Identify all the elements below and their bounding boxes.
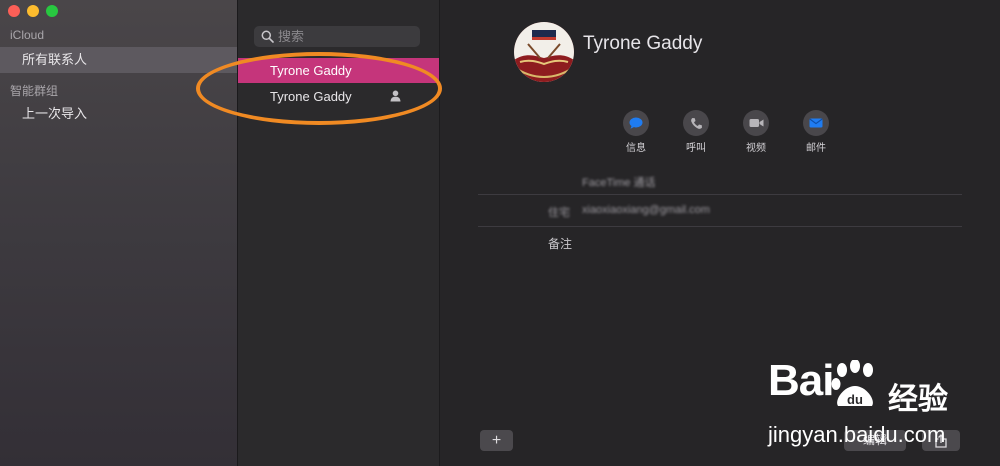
message-button[interactable] [623,110,649,136]
mail-label: 邮件 [806,143,826,154]
mail-icon [809,118,823,128]
message-label: 信息 [626,143,646,154]
message-action[interactable]: 信息 [616,110,656,154]
call-button[interactable] [683,110,709,136]
contact-row[interactable]: Tyrone Gaddy [238,58,439,83]
edit-button[interactable]: 编辑 [844,430,906,451]
contact-detail: Tyrone Gaddy 信息 呼叫 视频 邮件 FaceTime 通话 住宅 … [440,0,1000,466]
person-icon [390,90,401,102]
share-icon [935,433,947,448]
sidebar-item-all-contacts[interactable]: 所有联系人 [0,47,237,73]
avatar [514,22,574,82]
email-value[interactable]: xiaoxiaoxiang@gmail.com [582,204,710,216]
zoom-button[interactable] [46,5,58,17]
search-field[interactable] [254,26,420,47]
contact-name-heading: Tyrone Gaddy [583,33,703,54]
contact-row[interactable]: Tyrone Gaddy [238,84,439,109]
close-button[interactable] [8,5,20,17]
call-action[interactable]: 呼叫 [676,110,716,154]
sidebar-item-last-import[interactable]: 上一次导入 [0,101,237,127]
avatar-image [514,22,574,82]
video-label: 视频 [746,143,766,154]
minimize-button[interactable] [27,5,39,17]
search-input[interactable] [278,27,416,46]
message-icon [629,117,643,129]
add-button[interactable]: + [480,430,513,451]
sidebar-header-smart-groups: 智能群组 [10,84,59,98]
divider [478,226,962,227]
facetime-field[interactable]: FaceTime 通话 [582,174,656,190]
video-action[interactable]: 视频 [736,110,776,154]
contact-list: Tyrone Gaddy Tyrone Gaddy [238,0,440,466]
window-controls [8,5,58,17]
video-icon [749,119,763,127]
mail-button[interactable] [803,110,829,136]
share-button[interactable] [922,430,960,451]
call-label: 呼叫 [686,143,706,154]
phone-icon [690,117,702,129]
sidebar: iCloud 所有联系人 智能群组 上一次导入 [0,0,238,466]
divider [478,194,962,195]
notes-label: 备注 [548,237,573,251]
video-button[interactable] [743,110,769,136]
search-icon [261,30,274,43]
sidebar-header-icloud: iCloud [10,28,45,42]
contact-name: Tyrone Gaddy [270,89,352,104]
contact-name: Tyrone Gaddy [270,63,352,78]
mail-action[interactable]: 邮件 [796,110,836,154]
contacts-window: iCloud 所有联系人 智能群组 上一次导入 Tyrone Gaddy Tyr… [0,0,1000,466]
email-label: 住宅 [548,207,570,219]
